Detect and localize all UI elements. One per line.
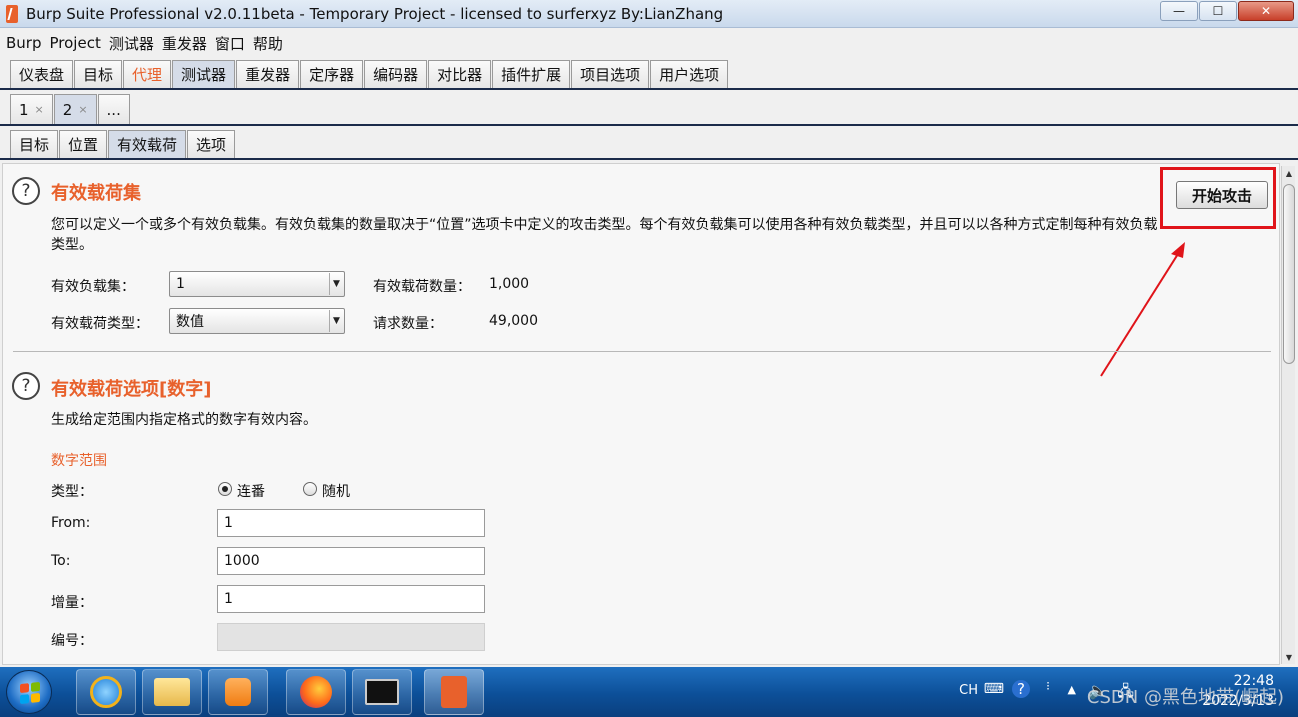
taskbar-explorer[interactable] (142, 669, 202, 715)
radio-sequential-label[interactable]: 连番 (237, 481, 265, 501)
burp-suite-icon (441, 676, 467, 708)
to-input[interactable]: 1000 (217, 547, 485, 575)
payload-set-select[interactable]: 1 ▼ (169, 271, 345, 297)
tab-proxy[interactable]: 代理 (123, 60, 172, 88)
folder-icon (154, 678, 190, 706)
payloads-panel: ? 有效载荷集 您可以定义一个或多个有效负载集。有效负载集的数量取决于“位置”选… (2, 163, 1280, 665)
windows-taskbar: CH ⌨ ? ⁝ ▲ 🔈 🖧 22:48 2022/3/13 CSDN @黑色地… (0, 667, 1298, 717)
minimize-button[interactable]: — (1160, 1, 1198, 21)
payload-options-description: 生成给定范围内指定格式的数字有效内容。 (51, 412, 317, 428)
scroll-down-icon[interactable]: ▼ (1282, 650, 1296, 664)
request-count-label: 请求数量： (373, 316, 443, 332)
to-label: To: (51, 553, 71, 569)
window-title: Burp Suite Professional v2.0.11beta - Te… (26, 4, 724, 23)
payload-sets-title: 有效载荷集 (51, 183, 141, 204)
windows-logo-icon (20, 681, 40, 705)
radio-random-label[interactable]: 随机 (322, 481, 350, 501)
step-input[interactable]: 1 (217, 585, 485, 613)
close-tab-icon[interactable]: × (78, 103, 87, 116)
tab-payloads[interactable]: 有效载荷 (108, 130, 187, 158)
window-titlebar: Burp Suite Professional v2.0.11beta - Te… (0, 0, 1298, 28)
radio-random[interactable] (303, 482, 317, 496)
media-player-icon (225, 678, 251, 706)
taskbar-media-player[interactable] (208, 669, 268, 715)
from-input[interactable]: 1 (217, 509, 485, 537)
attack-tab-2[interactable]: 2 × (53, 94, 97, 124)
scrollbar-thumb[interactable] (1283, 184, 1295, 364)
menu-window[interactable]: 窗口 (215, 33, 245, 54)
annotation-highlight-box (1160, 167, 1276, 229)
radio-sequential[interactable] (218, 482, 232, 496)
attack-tab-label: 1 (19, 100, 29, 119)
payload-set-value: 1 (176, 276, 185, 292)
how-many-input (217, 623, 485, 651)
burp-app-icon (6, 4, 18, 23)
tab-positions[interactable]: 位置 (59, 130, 108, 158)
payload-options-title: 有效载荷选项[数字] (51, 379, 212, 400)
new-attack-tab[interactable]: ... (97, 94, 130, 124)
scroll-up-icon[interactable]: ▲ (1282, 166, 1296, 180)
section-divider (13, 351, 1271, 352)
payload-sets-description: 您可以定义一个或多个有效负载集。有效负载集的数量取决于“位置”选项卡中定义的攻击… (51, 217, 1158, 253)
how-many-label: 编号： (51, 633, 93, 649)
tab-comparer[interactable]: 对比器 (428, 60, 492, 88)
internet-explorer-icon (90, 676, 122, 708)
menubar: Burp Project 测试器 重发器 窗口 帮助 (0, 29, 1298, 57)
tab-sequencer[interactable]: 定序器 (300, 60, 364, 88)
annotation-arrow (1100, 242, 1185, 377)
tab-options[interactable]: 选项 (187, 130, 236, 158)
payload-type-label: 有效载荷类型： (51, 316, 149, 332)
menu-help[interactable]: 帮助 (253, 33, 283, 54)
number-type-label: 类型： (51, 484, 93, 500)
tray-expand-icon[interactable]: ▲ (1068, 683, 1076, 696)
tab-extender[interactable]: 插件扩展 (492, 60, 571, 88)
tab-project-options[interactable]: 项目选项 (571, 60, 650, 88)
csdn-watermark: CSDN @黑色地带(崛起) (1086, 687, 1284, 708)
main-tab-bar: 仪表盘 目标 代理 测试器 重发器 定序器 编码器 对比器 插件扩展 项目选项 … (0, 58, 1298, 90)
request-count-value: 49,000 (489, 313, 538, 329)
attack-tab-label: 2 (62, 100, 73, 119)
taskbar-firefox[interactable] (286, 669, 346, 715)
menu-burp[interactable]: Burp (6, 34, 42, 52)
terminal-icon (365, 679, 399, 705)
from-label: From: (51, 515, 91, 531)
taskbar-burp[interactable] (424, 669, 484, 715)
number-range-heading: 数字范围 (51, 453, 107, 469)
taskbar-cmd[interactable] (352, 669, 412, 715)
firefox-icon (300, 676, 332, 708)
chevron-down-icon: ▼ (329, 273, 343, 295)
tab-user-options[interactable]: 用户选项 (650, 60, 729, 88)
attack-tab-1[interactable]: 1 × (10, 94, 53, 124)
payload-type-value: 数值 (176, 314, 204, 330)
tray-options-icon[interactable]: ⁝ (1046, 679, 1050, 693)
menu-project[interactable]: Project (50, 34, 101, 52)
vertical-scrollbar[interactable]: ▲ ▼ (1281, 166, 1295, 664)
payload-type-select[interactable]: 数值 ▼ (169, 308, 345, 334)
input-language[interactable]: CH (959, 683, 978, 698)
step-label: 增量： (51, 595, 93, 611)
intruder-sub-tab-bar: 目标 位置 有效载荷 选项 (0, 128, 1298, 160)
close-window-button[interactable]: ✕ (1238, 1, 1294, 21)
menu-repeater[interactable]: 重发器 (162, 33, 207, 54)
menu-intruder[interactable]: 测试器 (109, 33, 154, 54)
tab-decoder[interactable]: 编码器 (364, 60, 428, 88)
help-icon[interactable]: ? (12, 372, 40, 400)
attack-tab-bar: 1 × 2 × ... (0, 92, 1298, 126)
tab-intruder[interactable]: 测试器 (172, 60, 236, 88)
start-button[interactable] (6, 670, 52, 714)
payload-count-value: 1,000 (489, 276, 530, 292)
tab-dashboard[interactable]: 仪表盘 (10, 60, 74, 88)
keyboard-icon[interactable]: ⌨ (984, 681, 1004, 697)
payload-set-label: 有效负载集： (51, 279, 135, 295)
chevron-down-icon: ▼ (329, 310, 343, 332)
tab-repeater[interactable]: 重发器 (236, 60, 300, 88)
help-tray-icon[interactable]: ? (1012, 680, 1030, 698)
tab-target[interactable]: 目标 (74, 60, 123, 88)
taskbar-ie[interactable] (76, 669, 136, 715)
tab-target-sub[interactable]: 目标 (10, 130, 59, 158)
payload-count-label: 有效载荷数量： (373, 279, 471, 295)
maximize-button[interactable]: ☐ (1199, 1, 1237, 21)
close-tab-icon[interactable]: × (35, 103, 44, 116)
help-icon[interactable]: ? (12, 177, 40, 205)
